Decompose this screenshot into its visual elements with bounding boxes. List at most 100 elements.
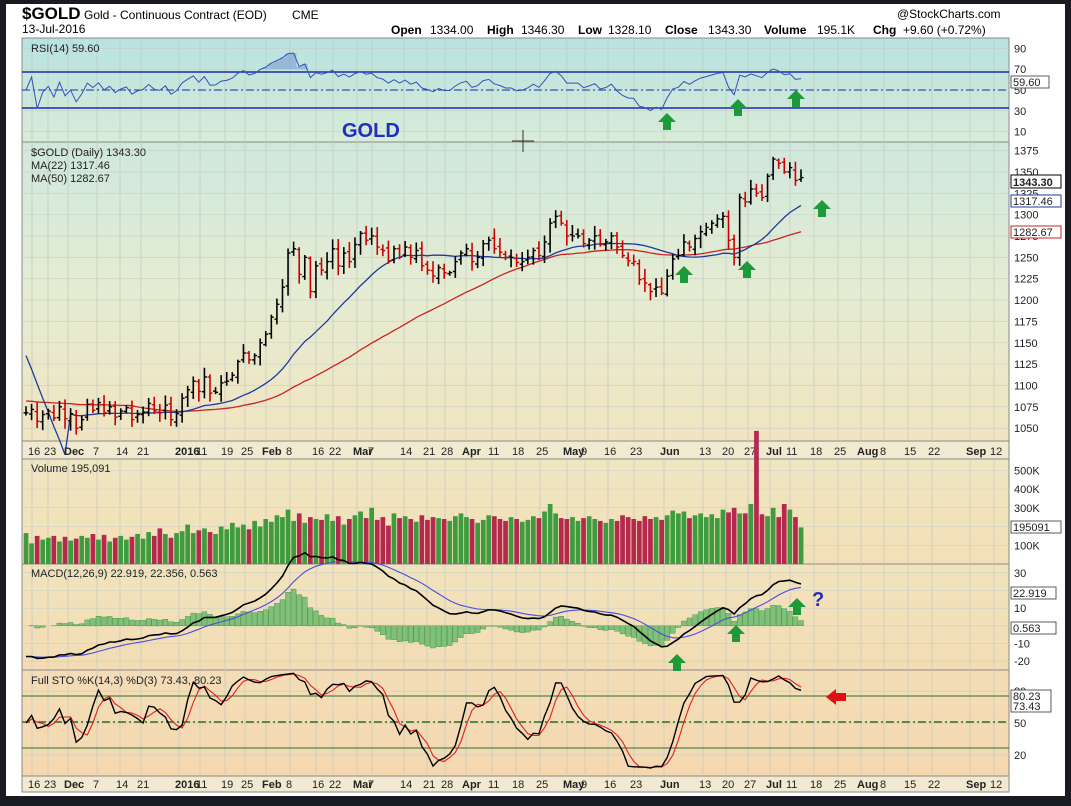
volume-bar xyxy=(687,518,692,564)
exchange: CME xyxy=(292,8,319,22)
macd-histogram-bar xyxy=(325,618,330,626)
macd-histogram-bar xyxy=(280,600,285,626)
macd-histogram-bar xyxy=(319,615,324,625)
date-tick-label: 15 xyxy=(904,779,916,791)
open-label: Open xyxy=(391,23,422,37)
volume-bar xyxy=(258,527,263,565)
instrument-name: Gold - Continuous Contract (EOD) xyxy=(84,8,267,22)
volume-bar xyxy=(113,538,118,564)
volume-bar xyxy=(459,513,464,564)
macd-histogram-bar xyxy=(135,621,140,626)
volume-bar xyxy=(35,536,40,564)
volume-bar xyxy=(46,538,51,564)
date-tick-label: 22 xyxy=(928,779,940,791)
date-tick-label: 8 xyxy=(286,779,292,791)
volume-bar xyxy=(102,535,107,564)
macd-histogram-bar xyxy=(475,626,480,633)
chart-canvas[interactable]: $GOLD Gold - Continuous Contract (EOD) C… xyxy=(0,0,1071,801)
date-tick-label: 18 xyxy=(810,446,822,458)
axis-tick-label: 1200 xyxy=(1014,295,1038,307)
date-tick-label: 12 xyxy=(990,779,1002,791)
date-tick-label: 14 xyxy=(400,446,412,458)
date-tick-label: 11 xyxy=(196,446,207,458)
volume-bar xyxy=(514,519,519,564)
date-tick-label: Apr xyxy=(462,446,482,458)
volume-bar xyxy=(408,519,413,564)
volume-bar xyxy=(698,513,703,564)
close-value: 1343.30 xyxy=(708,23,752,37)
macd-histogram-bar xyxy=(536,626,541,630)
macd-histogram-bar xyxy=(364,626,369,628)
volume-bar xyxy=(141,539,146,564)
axis-tick-label: 1125 xyxy=(1014,359,1038,371)
volume-bar xyxy=(414,522,419,564)
volume-bar xyxy=(375,520,380,564)
volume-bar xyxy=(743,513,748,564)
rsi-last-value: 59.60 xyxy=(1013,77,1041,89)
date-tick-label: 8 xyxy=(880,779,886,791)
volume-bar xyxy=(230,523,235,564)
macd-histogram-bar xyxy=(603,626,608,631)
macd-histogram-bar xyxy=(553,617,558,626)
volume-bar xyxy=(369,508,374,564)
date-tick-label: Dec xyxy=(64,779,84,791)
macd-histogram-bar xyxy=(180,620,185,626)
volume-bar xyxy=(180,531,185,564)
volume-bar xyxy=(659,520,664,564)
macd-histogram-bar xyxy=(503,626,508,629)
axis-tick-label: 400K xyxy=(1014,484,1040,496)
volume-bar xyxy=(263,519,268,564)
macd-histogram-bar xyxy=(174,622,179,626)
macd-histogram-bar xyxy=(676,626,681,628)
macd-histogram-bar xyxy=(152,619,157,626)
volume-bar xyxy=(464,517,469,564)
macd-hist-last-value: 0.563 xyxy=(1013,623,1041,635)
macd-histogram-bar xyxy=(129,620,134,626)
volume-bar xyxy=(526,520,531,564)
macd-histogram-bar xyxy=(308,608,313,626)
volume-bar xyxy=(431,517,436,564)
macd-last-value: 22.919 xyxy=(1013,588,1047,600)
axis-tick-label: 500K xyxy=(1014,465,1040,477)
date-tick-label: 18 xyxy=(512,779,524,791)
ma50-last-value: 1282.67 xyxy=(1013,227,1053,239)
volume-bar xyxy=(364,518,369,564)
volume-bar xyxy=(631,519,636,564)
macd-histogram-bar xyxy=(79,624,84,626)
date-tick-label: 23 xyxy=(44,446,56,458)
volume-bar xyxy=(609,519,614,564)
date-tick-label: 16 xyxy=(28,779,40,791)
volume-bar xyxy=(737,513,742,564)
volume-bar xyxy=(197,530,202,564)
high-label: High xyxy=(487,23,514,37)
macd-histogram-bar xyxy=(531,626,536,630)
macd-histogram-bar xyxy=(375,626,380,632)
date-tick-label: 21 xyxy=(423,779,435,791)
volume-value: 195.1K xyxy=(817,23,855,37)
date-axis-top: 1623Dec714212016111925Feb81622Mar7142128… xyxy=(28,446,1002,458)
macd-histogram-bar xyxy=(403,626,408,641)
axis-tick-label: 1050 xyxy=(1014,423,1038,435)
volume-bar xyxy=(275,515,280,564)
date-tick-label: 11 xyxy=(488,779,499,791)
macd-histogram-bar xyxy=(425,626,430,646)
axis-tick-label: 1300 xyxy=(1014,210,1038,222)
volume-bar xyxy=(420,515,425,564)
volume-bar xyxy=(721,510,726,564)
macd-histogram-bar xyxy=(687,618,692,626)
date-tick-label: 16 xyxy=(28,446,40,458)
date-tick-label: 28 xyxy=(441,446,453,458)
volume-bar xyxy=(269,522,274,564)
macd-histogram-bar xyxy=(720,608,725,626)
volume-bar xyxy=(91,534,96,564)
macd-histogram-bar xyxy=(525,626,530,632)
date-tick-label: Jun xyxy=(660,779,680,791)
volume-last-value: 195091 xyxy=(1013,522,1050,534)
macd-histogram-bar xyxy=(442,626,447,647)
macd-histogram-bar xyxy=(269,607,274,626)
date-tick-label: 21 xyxy=(137,446,149,458)
volume-bar xyxy=(146,532,151,564)
macd-histogram-bar xyxy=(35,626,40,628)
macd-histogram-bar xyxy=(542,626,547,627)
date-tick-label: 7 xyxy=(368,779,374,791)
